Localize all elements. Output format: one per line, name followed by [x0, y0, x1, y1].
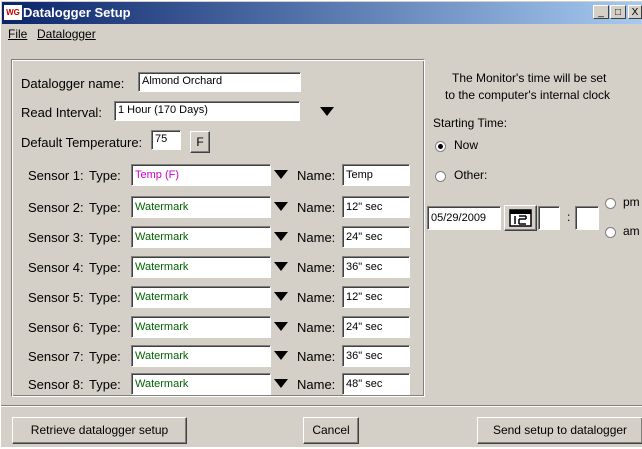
sensor-type-dropdown-arrow[interactable]: [272, 166, 290, 184]
sensor-label: Sensor 5:: [28, 290, 84, 305]
read-interval-label: Read Interval:: [21, 105, 102, 120]
temperature-unit-button[interactable]: F: [190, 131, 210, 153]
sensor-label: Sensor 1:: [28, 168, 84, 183]
sensor-type-label: Type:: [89, 230, 121, 245]
read-interval-dropdown-arrow[interactable]: [318, 103, 336, 121]
sensor-label: Sensor 2:: [28, 200, 84, 215]
sensor-type-label: Type:: [89, 168, 121, 183]
title-bar[interactable]: WG Datalogger Setup _ □ X: [2, 2, 642, 24]
sensor-name-input[interactable]: 12" sec: [342, 286, 410, 308]
read-interval-select[interactable]: 1 Hour (170 Days): [114, 101, 300, 121]
sensor-type-select[interactable]: Temp (F): [131, 164, 271, 186]
sensor-type-dropdown-arrow[interactable]: [272, 347, 290, 365]
sensor-name-input[interactable]: Temp: [342, 164, 410, 186]
sensor-type-dropdown-arrow[interactable]: [272, 288, 290, 306]
datalogger-name-label: Datalogger name:: [21, 76, 125, 91]
bottom-separator: [1, 405, 642, 407]
other-radio[interactable]: [435, 171, 446, 182]
sensor-type-label: Type:: [89, 320, 121, 335]
sensor-label: Sensor 3:: [28, 230, 84, 245]
sensor-type-select[interactable]: Watermark: [131, 316, 271, 338]
time-note-line1: The Monitor's time will be set: [452, 71, 607, 85]
sensor-name-input[interactable]: 36" sec: [342, 256, 410, 278]
default-temperature-input[interactable]: 75: [151, 130, 181, 150]
sensor-type-label: Type:: [89, 349, 121, 364]
datalogger-setup-window: WG Datalogger Setup _ □ X File Datalogge…: [0, 0, 642, 449]
calendar-icon: [509, 209, 532, 227]
start-hour-input[interactable]: [538, 206, 560, 230]
sensor-type-label: Type:: [89, 377, 121, 392]
am-label: am: [623, 224, 640, 238]
sensor-type-select[interactable]: Watermark: [131, 226, 271, 248]
sensor-label: Sensor 4:: [28, 260, 84, 275]
close-button[interactable]: X: [628, 5, 642, 19]
sensor-type-label: Type:: [89, 200, 121, 215]
menu-datalogger[interactable]: Datalogger: [37, 27, 96, 41]
sensor-name-label: Name:: [297, 200, 336, 215]
sensor-name-label: Name:: [297, 290, 336, 305]
sensor-name-input[interactable]: 24" sec: [342, 226, 410, 248]
sensor-name-label: Name:: [297, 349, 336, 364]
send-setup-button[interactable]: Send setup to datalogger: [477, 417, 642, 444]
now-radio[interactable]: [435, 141, 446, 152]
start-date-input[interactable]: 05/29/2009: [427, 206, 501, 230]
menu-bar: File Datalogger: [2, 25, 642, 43]
sensor-type-select[interactable]: Watermark: [131, 345, 271, 367]
sensor-type-label: Type:: [89, 260, 121, 275]
pm-label: pm: [623, 195, 640, 209]
sensor-type-select[interactable]: Watermark: [131, 196, 271, 218]
sensor-name-label: Name:: [297, 230, 336, 245]
window-title: Datalogger Setup: [23, 5, 131, 20]
cancel-button[interactable]: Cancel: [303, 417, 359, 444]
maximize-button[interactable]: □: [610, 5, 626, 19]
sensor-name-input[interactable]: 24" sec: [342, 316, 410, 338]
minimize-button[interactable]: _: [593, 5, 609, 19]
menu-file[interactable]: File: [8, 27, 27, 41]
sensor-label: Sensor 7:: [28, 349, 84, 364]
sensor-type-select[interactable]: Watermark: [131, 256, 271, 278]
calendar-button[interactable]: [504, 205, 537, 231]
time-colon: :: [567, 210, 571, 224]
pm-radio[interactable]: [605, 198, 616, 209]
sensor-name-label: Name:: [297, 377, 336, 392]
retrieve-setup-button[interactable]: Retrieve datalogger setup: [12, 417, 187, 444]
sensor-type-dropdown-arrow[interactable]: [272, 258, 290, 276]
sensor-label: Sensor 6:: [28, 320, 84, 335]
time-note-line2: to the computer's internal clock: [445, 88, 611, 102]
sensor-name-input[interactable]: 36" sec: [342, 345, 410, 367]
sensor-name-label: Name:: [297, 260, 336, 275]
sensor-label: Sensor 8:: [28, 377, 84, 392]
sensor-type-dropdown-arrow[interactable]: [272, 198, 290, 216]
other-label: Other:: [454, 168, 488, 182]
sensor-type-select[interactable]: Watermark: [131, 286, 271, 308]
sensor-type-dropdown-arrow[interactable]: [272, 228, 290, 246]
starting-time-label: Starting Time:: [433, 116, 508, 130]
sensor-type-label: Type:: [89, 290, 121, 305]
app-logo-icon: WG: [4, 5, 22, 20]
start-minute-input[interactable]: [575, 206, 599, 230]
sensor-name-label: Name:: [297, 168, 336, 183]
now-label: Now: [454, 138, 479, 152]
sensor-name-label: Name:: [297, 320, 336, 335]
sensor-name-input[interactable]: 12" sec: [342, 196, 410, 218]
sensor-name-input[interactable]: 48" sec: [342, 373, 410, 395]
menu-file-label: File: [8, 27, 28, 41]
sensor-type-dropdown-arrow[interactable]: [272, 318, 290, 336]
datalogger-name-input[interactable]: Almond Orchard: [138, 72, 301, 92]
sensor-type-dropdown-arrow[interactable]: [272, 375, 290, 393]
am-radio[interactable]: [605, 227, 616, 238]
sensor-type-select[interactable]: Watermark: [131, 373, 271, 395]
menu-datalogger-label: Datalogger: [37, 27, 96, 41]
default-temperature-label: Default Temperature:: [21, 135, 143, 150]
